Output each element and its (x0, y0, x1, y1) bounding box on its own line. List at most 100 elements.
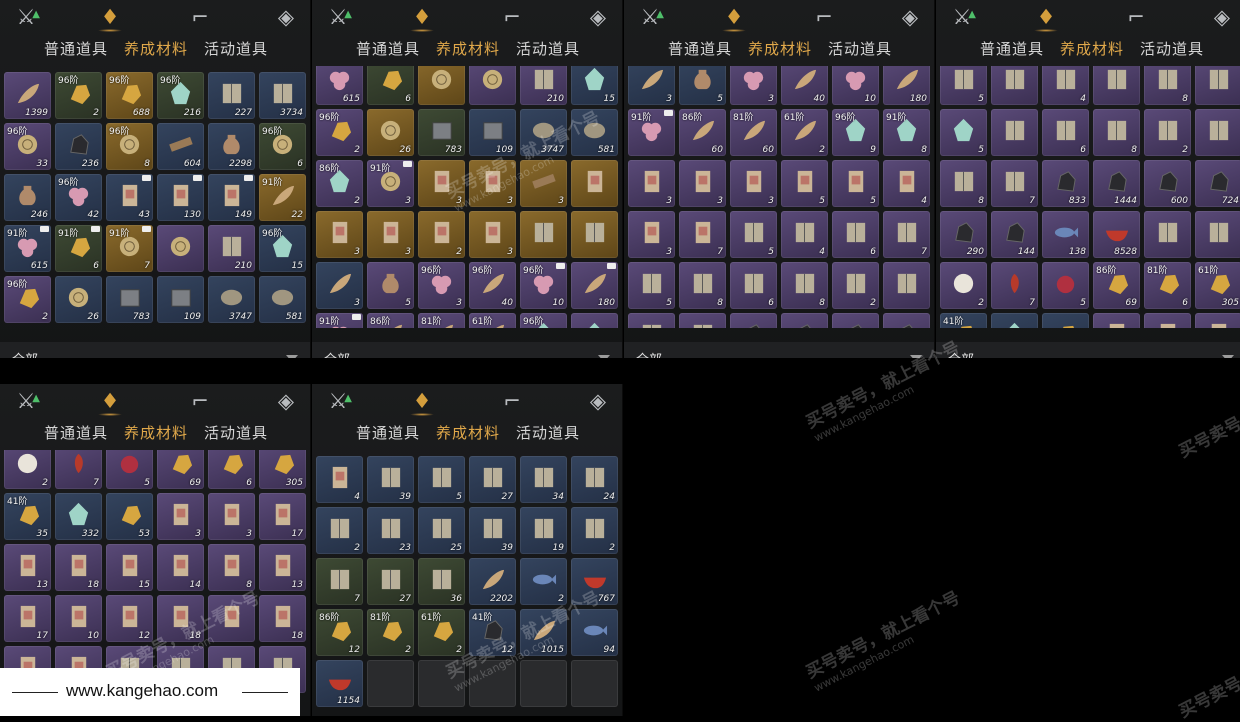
item-slot[interactable]: 34 (520, 456, 567, 503)
item-slot[interactable]: 236 (55, 123, 102, 170)
item-slot[interactable] (1195, 211, 1240, 258)
item-slot[interactable]: 180 (883, 66, 930, 105)
crossed-swords-icon[interactable]: ⚔ ▲ (948, 4, 976, 30)
item-slot[interactable]: 2 (940, 262, 987, 309)
item-slot[interactable]: 3 (679, 160, 726, 207)
money-bag-icon[interactable]: ♦ (720, 4, 748, 32)
filter-dropdown[interactable] (936, 342, 1240, 358)
item-slot[interactable]: 6 (730, 262, 777, 309)
telescope-icon[interactable]: ⌐ (1122, 4, 1150, 30)
item-slot[interactable]: 18 (157, 595, 204, 642)
item-slot[interactable]: 5 (940, 66, 987, 105)
item-slot[interactable]: 8 (1144, 66, 1191, 105)
item-slot[interactable]: 604 (157, 123, 204, 170)
item-slot[interactable]: 615 (316, 66, 363, 105)
item-slot[interactable]: 149 (208, 174, 255, 221)
item-slot[interactable]: 1154 (316, 660, 363, 707)
item-slot[interactable]: 96阶 6 (259, 123, 306, 170)
item-slot[interactable]: 3 (730, 66, 777, 105)
item-slot[interactable]: 27 (367, 558, 414, 605)
gem-badge-icon[interactable]: ◈ (272, 388, 300, 414)
tab-growth[interactable]: 养成材料 (748, 38, 812, 59)
item-slot[interactable]: 3 (730, 160, 777, 207)
item-slot[interactable]: 69 (157, 450, 204, 489)
money-bag-icon[interactable]: ♦ (96, 4, 124, 32)
item-slot[interactable]: 3 (1093, 313, 1140, 328)
item-slot[interactable] (1195, 66, 1240, 105)
item-slot[interactable]: 6 (1042, 109, 1089, 156)
item-slot[interactable] (883, 262, 930, 309)
item-slot[interactable]: 36 (418, 558, 465, 605)
money-bag-icon[interactable]: ♦ (408, 4, 436, 32)
item-slot[interactable]: 6 (367, 66, 414, 105)
item-slot[interactable]: 41阶 35 (4, 493, 51, 540)
item-slot[interactable]: 581 (571, 109, 618, 156)
item-slot[interactable]: 7 (991, 262, 1038, 309)
item-slot[interactable]: 5 (781, 160, 828, 207)
item-slot[interactable]: 5 (940, 109, 987, 156)
filter-dropdown[interactable] (624, 342, 934, 358)
item-slot[interactable]: 7 (316, 558, 363, 605)
item-slot[interactable]: 4 (781, 211, 828, 258)
item-slot[interactable]: 210 (208, 225, 255, 272)
item-slot[interactable]: 210 (520, 66, 567, 105)
item-slot[interactable]: 3 (316, 262, 363, 309)
item-slot[interactable]: 15 (106, 544, 153, 591)
item-slot[interactable]: 96阶 688 (106, 72, 153, 119)
item-slot[interactable]: 86阶 12 (316, 609, 363, 656)
item-slot[interactable]: 4 (1042, 66, 1089, 105)
item-slot[interactable]: 94 (571, 609, 618, 656)
item-slot[interactable]: 1444 (1093, 160, 1140, 207)
item-slot[interactable]: 3 (469, 160, 516, 207)
item-slot[interactable]: 8 (679, 262, 726, 309)
item-slot[interactable]: 600 (1144, 160, 1191, 207)
item-slot[interactable]: 5 (1042, 262, 1089, 309)
item-slot[interactable]: 180 (571, 262, 618, 309)
tab-normal[interactable]: 普通道具 (668, 38, 732, 59)
item-slot[interactable]: 15 (571, 66, 618, 105)
item-slot[interactable]: 7 (55, 450, 102, 489)
chevron-down-icon[interactable] (598, 355, 610, 358)
item-slot[interactable]: 6 (208, 450, 255, 489)
item-slot[interactable]: 7 (679, 211, 726, 258)
item-slot[interactable]: 246 (4, 174, 51, 221)
item-slot[interactable]: 1015 (520, 609, 567, 656)
item-slot[interactable]: 3 (469, 211, 516, 258)
item-slot[interactable] (157, 225, 204, 272)
gem-badge-icon[interactable]: ◈ (584, 388, 612, 414)
item-slot[interactable]: 6 (832, 211, 879, 258)
item-slot[interactable]: 332 (991, 313, 1038, 328)
money-bag-icon[interactable]: ♦ (96, 388, 124, 416)
money-bag-icon[interactable]: ♦ (1032, 4, 1060, 32)
item-slot[interactable] (418, 66, 465, 105)
item-slot[interactable]: 10 (55, 595, 102, 642)
item-slot[interactable]: 2 (4, 450, 51, 489)
tab-normal[interactable]: 普通道具 (44, 38, 108, 59)
item-grid-viewport[interactable]: 4 39 5 27 34 24 2 23 25 39 19 2 7 27 36 2202 2 767 86阶 12 81… (316, 450, 618, 712)
item-slot[interactable]: 96阶 15 (259, 225, 306, 272)
item-slot[interactable]: 96阶 3 (418, 262, 465, 309)
item-slot[interactable]: 13 (4, 544, 51, 591)
item-slot[interactable]: 144 (991, 211, 1038, 258)
crossed-swords-icon[interactable]: ⚔ ▲ (636, 4, 664, 30)
telescope-icon[interactable]: ⌐ (810, 4, 838, 30)
tab-growth[interactable]: 养成材料 (124, 422, 188, 443)
item-slot[interactable]: 96阶 10 (520, 262, 567, 309)
item-slot[interactable]: 61阶 305 (1195, 262, 1240, 309)
crossed-swords-icon[interactable]: ⚔ ▲ (324, 388, 352, 414)
item-slot[interactable] (1195, 109, 1240, 156)
tab-growth[interactable]: 养成材料 (124, 38, 188, 59)
item-slot[interactable]: 86阶 2 (316, 160, 363, 207)
tab-event[interactable]: 活动道具 (204, 38, 268, 59)
item-slot[interactable]: 91阶 3 (367, 160, 414, 207)
telescope-icon[interactable]: ⌐ (498, 4, 526, 30)
item-slot[interactable]: 3 (1144, 313, 1191, 328)
item-slot[interactable] (781, 313, 828, 328)
item-slot[interactable]: 24 (571, 456, 618, 503)
item-slot[interactable]: 5 (679, 66, 726, 105)
item-slot[interactable] (883, 313, 930, 328)
item-slot[interactable]: 8 (1093, 109, 1140, 156)
money-bag-icon[interactable]: ♦ (408, 388, 436, 416)
item-slot[interactable]: 4 (316, 456, 363, 503)
item-slot[interactable]: 13 (259, 544, 306, 591)
